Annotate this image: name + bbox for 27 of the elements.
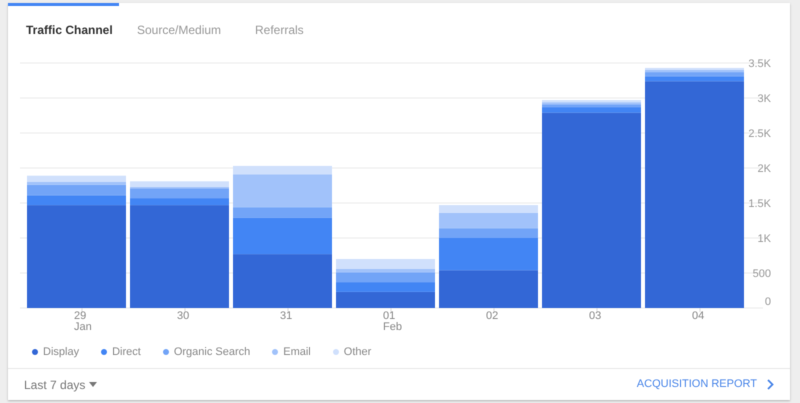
axis-label: 2K — [758, 163, 771, 175]
axis-label: 3K — [758, 93, 771, 105]
axis-label: 1K — [758, 233, 771, 245]
axis-label: 3.5K — [748, 58, 771, 70]
axis-label: 31 — [280, 310, 292, 322]
date-range-dropdown[interactable]: Last 7 days — [24, 376, 98, 394]
axis-label: 0 — [764, 296, 771, 308]
acquisition-report-link[interactable]: ACQUISITION REPORT — [636, 376, 774, 393]
legend-label: Organic Search — [174, 344, 250, 360]
caret-icon — [89, 382, 98, 387]
chevron-right-icon — [767, 379, 774, 390]
axis-label: 2.5K — [748, 128, 771, 140]
axis-label: 30 — [177, 310, 190, 322]
axis-label: 500 — [752, 268, 771, 280]
tab[interactable]: Referrals — [237, 3, 322, 53]
legend-label: Email — [283, 344, 311, 360]
tab[interactable]: Traffic Channel — [8, 3, 119, 53]
legend-label: Display — [43, 344, 80, 360]
axis-label: 29 Jan — [74, 310, 92, 333]
legend-label: Direct — [112, 344, 141, 360]
axis-label: 01 Feb — [383, 310, 402, 333]
axis-label: 02 — [486, 310, 498, 322]
axis-label: 04 — [692, 310, 704, 322]
legend-label: Other — [344, 344, 372, 360]
axis-label: 03 — [589, 310, 602, 322]
tab[interactable]: Source/Medium — [119, 3, 237, 53]
axis-label: 1.5K — [748, 198, 771, 210]
